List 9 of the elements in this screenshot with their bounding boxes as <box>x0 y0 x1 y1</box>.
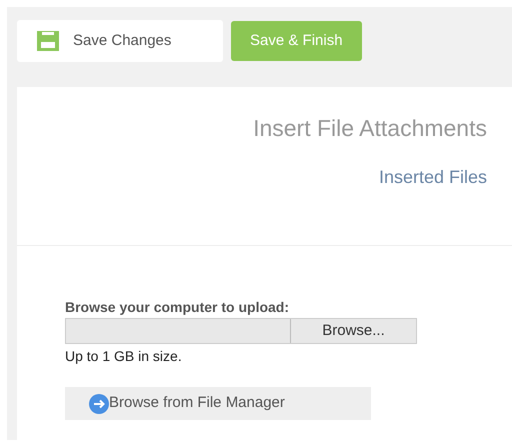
file-manager-button[interactable]: Browse from File Manager <box>65 387 371 420</box>
arrow-circle-icon <box>89 394 109 414</box>
upload-label: Browse your computer to upload: <box>65 298 290 316</box>
browse-button[interactable]: Browse... <box>290 319 416 343</box>
save-button[interactable]: Save Changes <box>17 20 223 62</box>
panel-title: Insert File Attachments <box>253 114 487 143</box>
file-input[interactable]: Browse... <box>65 318 417 344</box>
size-hint: Up to 1 GB in size. <box>65 347 182 366</box>
panel-subtitle: Inserted Files <box>378 166 487 189</box>
